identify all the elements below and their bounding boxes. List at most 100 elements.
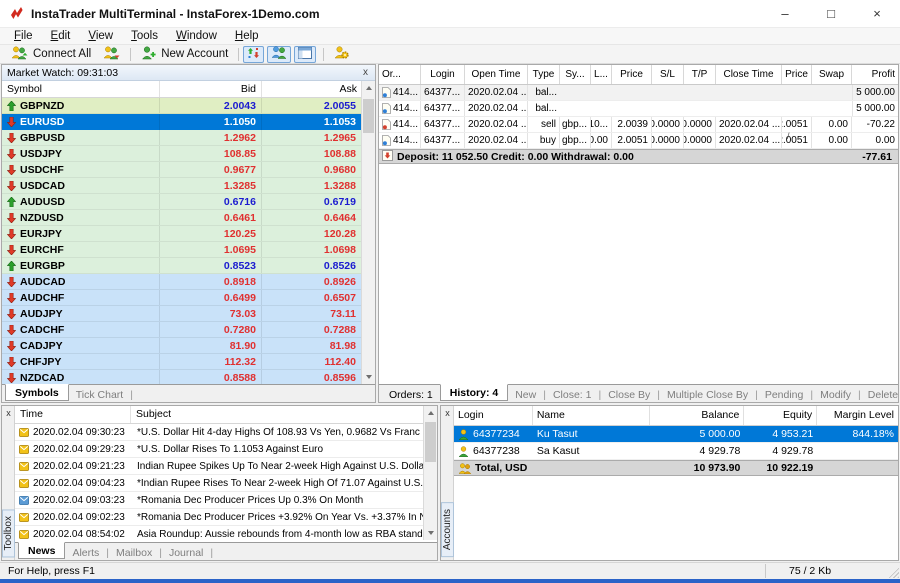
history-column-header[interactable]: Type [528, 65, 560, 84]
news-column-header-subject[interactable]: Subject [131, 406, 437, 423]
market-watch-row[interactable]: USDCHF0.96770.9680 [2, 162, 375, 178]
accounts-close-icon[interactable]: x [441, 408, 454, 418]
market-watch-row[interactable]: AUDCAD0.89180.8926 [2, 274, 375, 290]
history-column-header[interactable]: Price [612, 65, 652, 84]
market-watch-row[interactable]: EURJPY120.25120.28 [2, 226, 375, 242]
menu-item-file[interactable]: File [5, 30, 42, 42]
toolbox-tab-news[interactable]: News [18, 542, 65, 559]
minimize-button[interactable]: – [762, 0, 808, 28]
accounts-column-header[interactable]: Equity [744, 406, 817, 425]
market-watch-row[interactable]: GBPUSD1.29621.2965 [2, 130, 375, 146]
market-watch-close-icon[interactable]: x [361, 68, 370, 78]
market-watch-row[interactable]: AUDUSD0.67160.6719 [2, 194, 375, 210]
scroll-up-icon[interactable] [362, 81, 375, 95]
market-watch-row[interactable]: CHFJPY112.32112.40 [2, 354, 375, 370]
scroll-down-icon[interactable] [424, 526, 437, 540]
market-watch-column-header[interactable]: Bid [160, 81, 262, 97]
market-watch-row[interactable]: EURUSD1.10501.1053 [2, 114, 375, 130]
account-settings-button[interactable] [328, 45, 355, 63]
history-column-header[interactable]: Swap [812, 65, 852, 84]
accounts-column-header[interactable]: Login [454, 406, 533, 425]
market-watch-column-header[interactable]: Symbol [2, 81, 160, 97]
history-table-row[interactable]: 414...64377...2020.02.04 ...bal...5 000.… [379, 101, 898, 117]
toolbox-tab-alerts[interactable]: Alerts [65, 545, 106, 559]
accounts-vertical-tab[interactable]: Accounts [441, 502, 454, 557]
close-button[interactable]: × [854, 0, 900, 28]
scroll-down-icon[interactable] [362, 370, 375, 384]
new-account-button[interactable]: New Account [135, 45, 234, 63]
orders-tab-multiple-close-by[interactable]: Multiple Close By [660, 387, 755, 401]
toolbox-close-icon[interactable]: x [2, 408, 15, 418]
orders-tab-pending[interactable]: Pending [758, 387, 811, 401]
news-scrollbar[interactable] [423, 406, 437, 540]
account-row[interactable]: 64377238Sa Kasut4 929.784 929.78 [454, 443, 898, 460]
account-row[interactable]: 64377234Ku Tasut5 000.004 953.21844.18% [454, 426, 898, 443]
market-watch-row[interactable]: NZDUSD0.64610.6464 [2, 210, 375, 226]
history-column-header[interactable]: Login [421, 65, 465, 84]
news-column-header-time[interactable]: Time [15, 406, 131, 423]
disconnect-all-button[interactable] [97, 45, 126, 63]
orders-tab-close-by[interactable]: Close By [601, 387, 657, 401]
toolbox-tab-journal[interactable]: Journal [162, 545, 210, 559]
ask-cell: 112.40 [262, 354, 362, 369]
orders-tab-close-1[interactable]: Close: 1 [546, 387, 599, 401]
market-watch-tab-tick-chart[interactable]: Tick Chart [69, 387, 130, 401]
history-table-row[interactable]: 414...64377...2020.02.04 ...buygbp...0.0… [379, 133, 898, 149]
history-column-header[interactable]: T/P [684, 65, 716, 84]
history-table-row[interactable]: 414...64377...2020.02.04 ...sellgbp...10… [379, 117, 898, 133]
orders-tab-new[interactable]: New [508, 387, 543, 401]
market-watch-row[interactable]: USDCAD1.32851.3288 [2, 178, 375, 194]
accounts-column-header[interactable]: Name [533, 406, 650, 425]
history-column-header[interactable]: Open Time [465, 65, 528, 84]
history-table-row[interactable]: 414...64377...2020.02.04 ...bal...5 000.… [379, 85, 898, 101]
news-row[interactable]: 2020.02.04 09:30:23*U.S. Dollar Hit 4-da… [15, 424, 437, 441]
menu-item-window[interactable]: Window [167, 30, 226, 42]
market-watch-row[interactable]: CADJPY81.9081.98 [2, 338, 375, 354]
accounts-column-header[interactable]: Balance [650, 406, 745, 425]
market-watch-row[interactable]: AUDJPY73.0373.11 [2, 306, 375, 322]
history-column-header[interactable]: Profit [852, 65, 898, 84]
history-column-header[interactable]: Close Time [716, 65, 782, 84]
accounts-toggle-button[interactable] [267, 46, 291, 63]
orders-tab-orders-1[interactable]: Orders: 1 [382, 387, 440, 401]
history-column-header[interactable]: Price [782, 65, 812, 84]
market-watch-tab-symbols[interactable]: Symbols [5, 384, 69, 401]
market-watch-column-header[interactable]: Ask [262, 81, 362, 97]
toolbox-toggle-button[interactable] [294, 46, 316, 63]
market-watch-scrollbar[interactable] [361, 81, 375, 384]
toolbox-vertical-tab[interactable]: Toolbox [2, 509, 15, 557]
scrollbar-thumb[interactable] [363, 99, 374, 133]
history-column-header[interactable]: Sy... [560, 65, 591, 84]
orders-tab-delete[interactable]: Delete [861, 387, 900, 401]
news-row[interactable]: 2020.02.04 09:02:23*Romania Dec Producer… [15, 509, 437, 526]
orders-tab-modify[interactable]: Modify [813, 387, 858, 401]
menu-item-help[interactable]: Help [226, 30, 268, 42]
maximize-button[interactable]: □ [808, 0, 854, 28]
history-column-header[interactable]: L... [591, 65, 612, 84]
market-watch-row[interactable]: AUDCHF0.64990.6507 [2, 290, 375, 306]
market-watch-row[interactable]: GBPNZD2.00432.0055 [2, 98, 375, 114]
news-row[interactable]: 2020.02.04 09:03:23*Romania Dec Producer… [15, 492, 437, 509]
market-watch-row[interactable]: EURGBP0.85230.8526 [2, 258, 375, 274]
scrollbar-thumb[interactable] [425, 422, 436, 462]
accounts-column-header[interactable]: Margin Level [817, 406, 898, 425]
connect-all-button[interactable]: Connect All [5, 45, 97, 63]
toolbox-tab-mailbox[interactable]: Mailbox [109, 545, 159, 559]
history-column-header[interactable]: Or... [379, 65, 421, 84]
menu-item-tools[interactable]: Tools [122, 30, 167, 42]
history-column-header[interactable]: S/L [652, 65, 684, 84]
bid-cell: 0.8918 [160, 274, 262, 289]
news-row[interactable]: 2020.02.04 09:21:23Indian Rupee Spikes U… [15, 458, 437, 475]
menu-item-view[interactable]: View [79, 30, 122, 42]
menu-item-edit[interactable]: Edit [42, 30, 80, 42]
market-watch-row[interactable]: USDJPY108.85108.88 [2, 146, 375, 162]
market-watch-row[interactable]: CADCHF0.72800.7288 [2, 322, 375, 338]
market-watch-row[interactable]: EURCHF1.06951.0698 [2, 242, 375, 258]
market-watch-toggle-button[interactable] [243, 46, 264, 63]
news-row[interactable]: 2020.02.04 09:29:23*U.S. Dollar Rises To… [15, 441, 437, 458]
news-row[interactable]: 2020.02.04 08:54:02Asia Roundup: Aussie … [15, 526, 437, 543]
scroll-up-icon[interactable] [424, 406, 437, 420]
resize-grip[interactable] [886, 565, 899, 578]
orders-tab-history-4[interactable]: History: 4 [440, 384, 508, 401]
news-row[interactable]: 2020.02.04 09:04:23*Indian Rupee Rises T… [15, 475, 437, 492]
